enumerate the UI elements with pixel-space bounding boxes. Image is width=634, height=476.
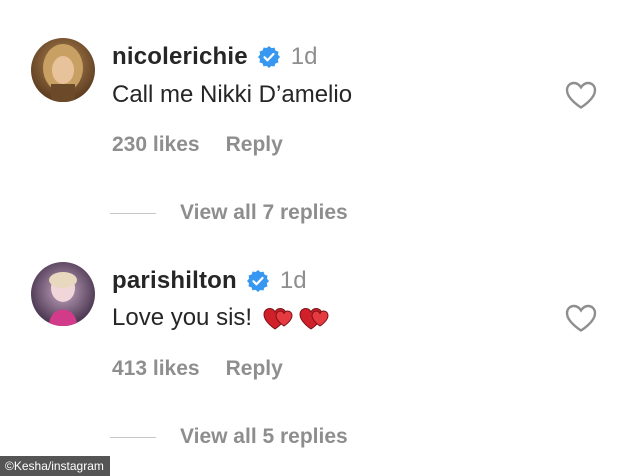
like-count[interactable]: 230 likes [112, 133, 200, 157]
view-replies-button[interactable]: View all 5 replies [110, 425, 348, 449]
view-replies-label: View all 5 replies [180, 425, 348, 448]
timestamp: 1d [290, 43, 318, 70]
comment-text: Love you sis! [112, 304, 334, 332]
verified-badge-icon [246, 269, 270, 293]
replies-divider [110, 436, 156, 438]
timestamp: 1d [279, 267, 307, 294]
username[interactable]: parishilton [112, 267, 237, 295]
two-hearts-emoji-icon [262, 304, 334, 332]
photo-credit: ©Kesha/instagram [0, 456, 110, 476]
avatar[interactable] [31, 262, 95, 326]
comment-meta: 230 likes Reply [112, 133, 283, 157]
comment-body: Call me Nikki D’amelio [112, 81, 353, 108]
replies-divider [110, 212, 156, 214]
avatar-photo-parishilton-icon [31, 262, 95, 326]
comment-text: Call me Nikki D’amelio [112, 81, 352, 109]
avatar[interactable] [31, 38, 95, 102]
like-count[interactable]: 413 likes [112, 357, 200, 381]
comment-body: Love you sis! [112, 304, 253, 331]
view-replies-label: View all 7 replies [180, 201, 348, 224]
comment-meta: 413 likes Reply [112, 357, 283, 381]
reply-button[interactable]: Reply [226, 357, 283, 381]
like-heart-icon[interactable] [564, 303, 598, 333]
like-heart-icon[interactable] [564, 80, 598, 110]
reply-button[interactable]: Reply [226, 133, 283, 157]
username[interactable]: nicolerichie [112, 43, 248, 71]
view-replies-button[interactable]: View all 7 replies [110, 201, 348, 225]
avatar-photo-nicolerichie-icon [31, 38, 95, 102]
verified-badge-icon [257, 45, 281, 69]
